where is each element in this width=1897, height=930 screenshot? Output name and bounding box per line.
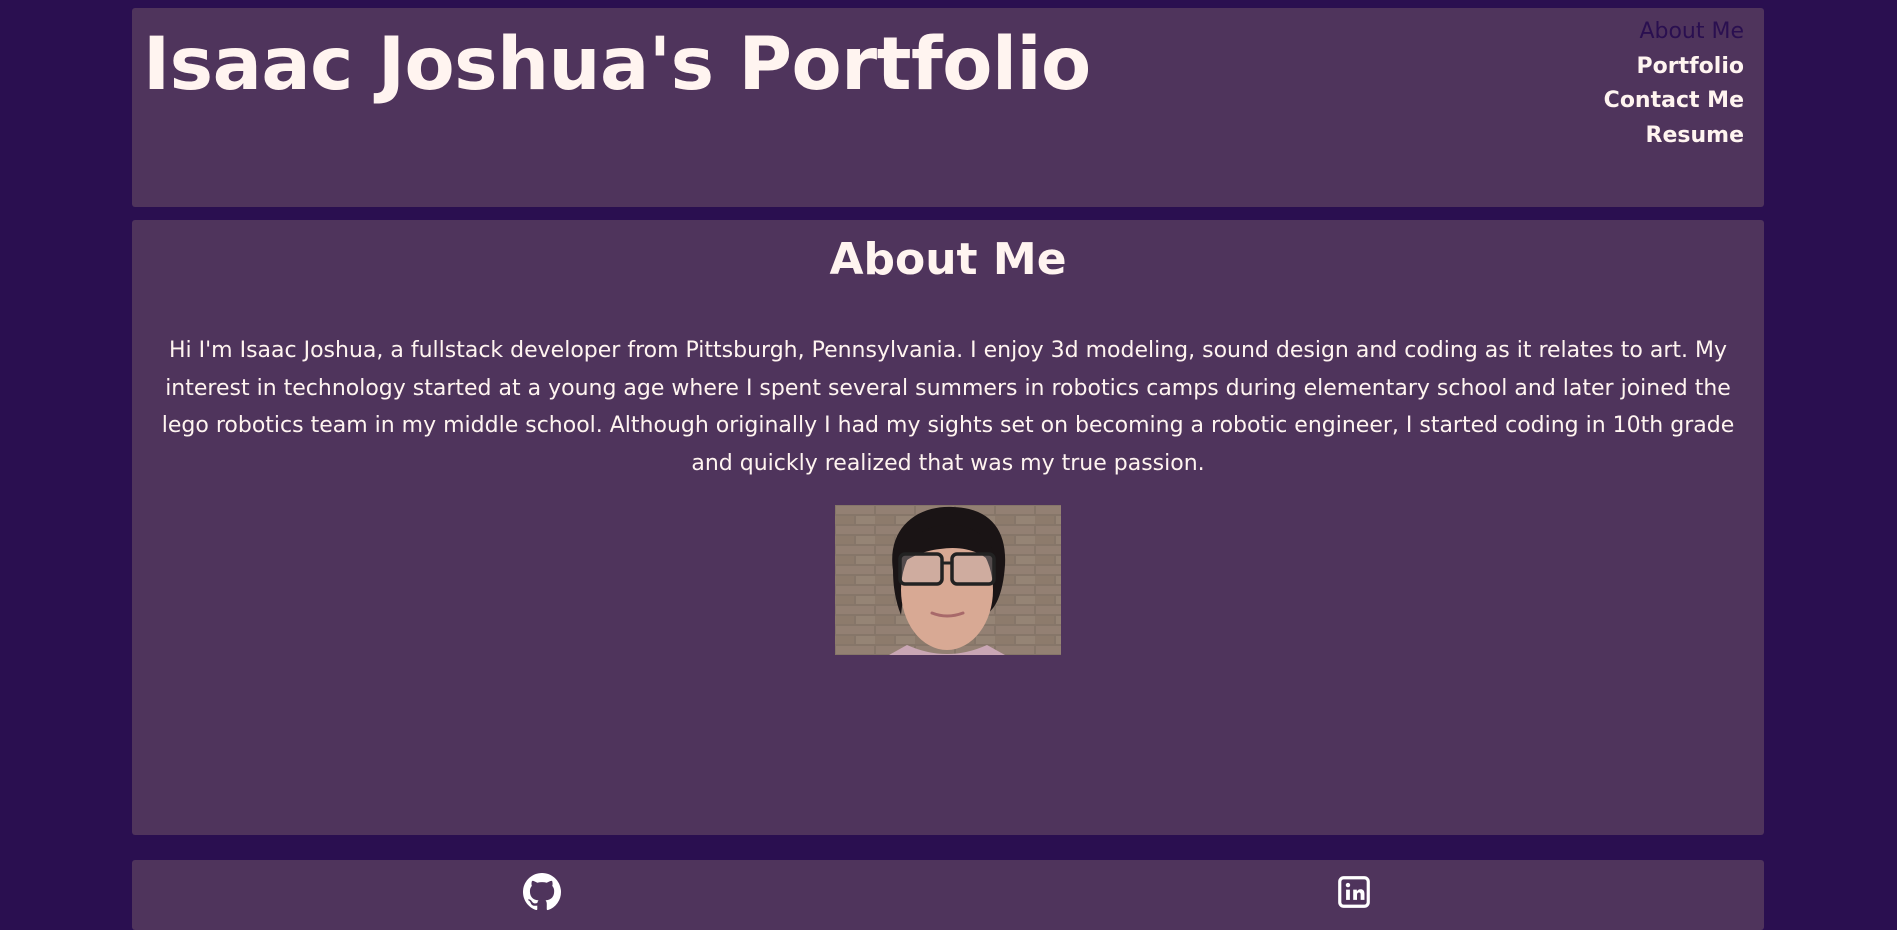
about-section: About Me Hi I'm Isaac Joshua, a fullstac… bbox=[132, 220, 1764, 835]
nav-item-portfolio[interactable]: Portfolio bbox=[1604, 50, 1745, 85]
github-icon[interactable] bbox=[523, 873, 561, 911]
section-title: About Me bbox=[829, 234, 1067, 285]
nav-item-about-me[interactable]: About Me bbox=[1604, 15, 1744, 50]
bio-text: Hi I'm Isaac Joshua, a fullstack develop… bbox=[161, 338, 1735, 476]
nav-item-contact-me[interactable]: Contact Me bbox=[1604, 84, 1744, 119]
linkedin-icon[interactable] bbox=[1335, 873, 1373, 911]
profile-photo bbox=[835, 505, 1061, 655]
main-nav: About Me Portfolio Contact Me Resume bbox=[1604, 15, 1744, 153]
site-title: Isaac Joshua's Portfolio bbox=[143, 22, 1091, 107]
site-header: Isaac Joshua's Portfolio About Me Portfo… bbox=[132, 8, 1764, 207]
site-footer bbox=[132, 860, 1764, 930]
nav-item-resume[interactable]: Resume bbox=[1604, 119, 1744, 154]
